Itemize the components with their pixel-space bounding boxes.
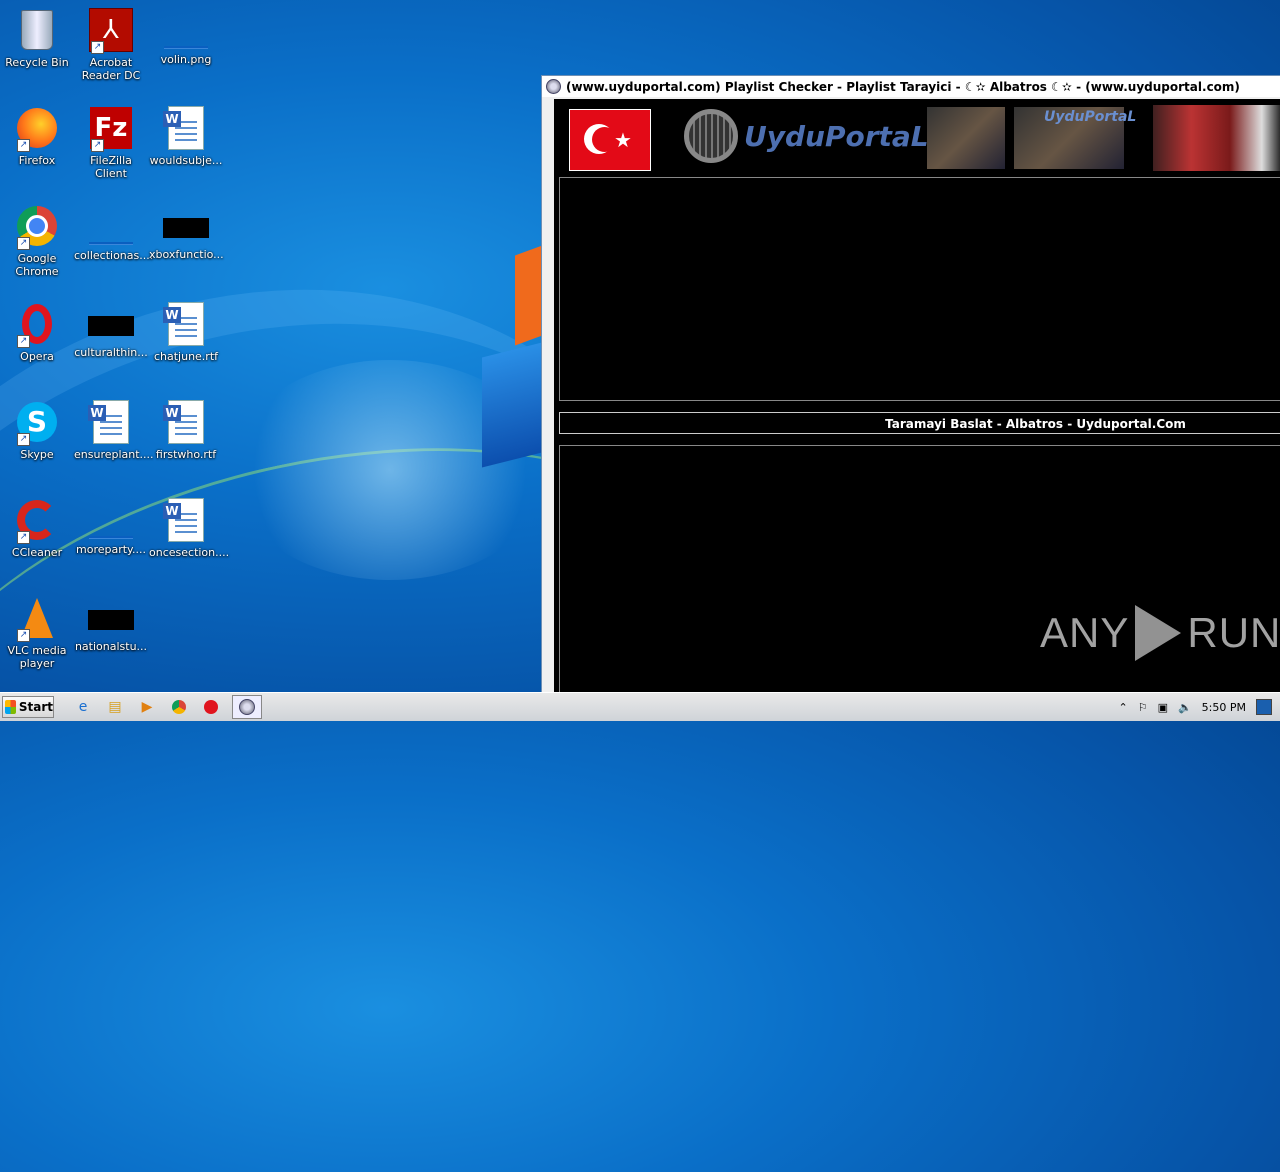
playlist-input-pane[interactable]	[559, 177, 1280, 401]
chrome-icon: ↗	[15, 204, 59, 250]
desktop-icon-culturalthin[interactable]: culturalthin...	[74, 302, 148, 359]
icon-label: FileZilla Client	[90, 154, 132, 180]
window-content: ★ UyduPortaL UyduPortaL Taramayi Baslat …	[554, 99, 1280, 693]
desktop-icon-collectionas[interactable]: collectionas....	[74, 204, 154, 262]
header-banner: ★ UyduPortaL UyduPortaL	[554, 99, 1280, 177]
desktop-icon-firefox[interactable]: ↗ Firefox	[0, 106, 74, 167]
icon-label: chatjune.rtf	[153, 350, 219, 363]
network-icon[interactable]: ▣	[1158, 701, 1168, 714]
file-thumbnail-icon	[89, 536, 133, 539]
acrobat-icon: ⅄ ↗	[89, 8, 133, 54]
tray-expand-icon[interactable]: ⌃	[1118, 701, 1127, 714]
file-thumbnail-icon	[163, 218, 209, 238]
ccleaner-icon: ↗	[15, 498, 59, 544]
vlc-cone-icon: ↗	[15, 596, 59, 642]
file-thumbnail-icon	[89, 242, 133, 245]
playlist-checker-taskbar-icon[interactable]	[232, 695, 262, 719]
media-player-taskbar-icon[interactable]: ▶	[136, 696, 158, 718]
file-thumbnail-icon	[88, 610, 134, 630]
desktop-icon-skype[interactable]: S ↗ Skype	[0, 400, 74, 461]
icon-label: Firefox	[18, 154, 56, 167]
icon-label: Recycle Bin	[5, 56, 69, 69]
anyrun-watermark: ANY RUN	[1040, 605, 1280, 661]
desktop-icon-recycle-bin[interactable]: Recycle Bin	[0, 8, 74, 69]
window-titlebar[interactable]: (www.uyduportal.com) Playlist Checker - …	[542, 76, 1280, 97]
wallpaper-logo-blue	[482, 342, 542, 468]
desktop-icon-ccleaner[interactable]: ↗ CCleaner	[0, 498, 74, 559]
playlist-checker-window: (www.uyduportal.com) Playlist Checker - …	[541, 75, 1280, 694]
icon-label: collectionas....	[74, 249, 154, 262]
firefox-icon: ↗	[15, 106, 59, 152]
desktop-icon-vlc[interactable]: ↗ VLC media player	[0, 596, 74, 670]
icon-label: VLC media player	[7, 644, 67, 670]
icon-label: CCleaner	[11, 546, 63, 559]
word-document-icon: W	[163, 302, 204, 346]
desktop-icon-nationalstu[interactable]: nationalstu...	[74, 596, 148, 653]
icon-label: culturalthin...	[74, 346, 148, 359]
scan-start-button[interactable]: Taramayi Baslat - Albatros - Uyduportal.…	[559, 412, 1280, 434]
action-center-flag-icon[interactable]: ⚐	[1138, 701, 1148, 714]
system-tray: ⌃ ⚐ ▣ 🔈 5:50 PM	[1108, 699, 1280, 715]
word-document-icon: W	[163, 106, 204, 150]
word-document-icon: W	[163, 498, 204, 542]
desktop-icon-opera[interactable]: ↗ Opera	[0, 302, 74, 363]
image-file-icon	[164, 46, 208, 49]
desktop-icon-ensureplant[interactable]: W ensureplant....	[74, 400, 154, 461]
start-label: Start	[18, 700, 53, 714]
desktop-icon-chatjune[interactable]: W chatjune.rtf	[149, 302, 223, 363]
banner-image-uyduportal: UyduPortaL	[1014, 107, 1136, 169]
word-document-icon: W	[163, 400, 204, 444]
desktop-icon-volin[interactable]: volin.png	[149, 8, 223, 66]
show-desktop-icon[interactable]	[1256, 699, 1272, 715]
opera-taskbar-icon[interactable]	[200, 696, 222, 718]
start-button[interactable]: Start	[2, 696, 54, 718]
desktop-icon-filezilla[interactable]: Fz ↗ FileZilla Client	[74, 106, 148, 180]
clock[interactable]: 5:50 PM	[1202, 701, 1246, 714]
desktop-icon-wouldsubje[interactable]: W wouldsubje...	[149, 106, 223, 167]
icon-label: volin.png	[160, 53, 212, 66]
watermark-right: RUN	[1187, 609, 1280, 656]
icon-label: oncesection....	[149, 546, 230, 559]
recycle-bin-icon	[15, 8, 59, 52]
icon-label: Google Chrome	[15, 252, 59, 278]
icon-label: nationalstu...	[74, 640, 148, 653]
icon-label: Acrobat Reader DC	[81, 56, 141, 82]
taskbar: Start e ▤ ▶ ⌃ ⚐ ▣ 🔈 5:50 PM	[0, 692, 1280, 721]
icon-label: moreparty....	[76, 543, 146, 556]
desktop-icon-moreparty[interactable]: moreparty....	[74, 498, 148, 556]
watermark-left: ANY	[1040, 609, 1130, 656]
icon-label: Skype	[20, 448, 54, 461]
banner-image-football	[1153, 105, 1280, 171]
desktop-icon-firstwho[interactable]: W firstwho.rtf	[149, 400, 223, 461]
file-thumbnail-icon	[88, 316, 134, 336]
chrome-taskbar-icon[interactable]	[168, 696, 190, 718]
uyduportal-logo: UyduPortaL	[684, 109, 929, 163]
ie-taskbar-icon[interactable]: e	[72, 696, 94, 718]
play-triangle-icon	[1135, 605, 1182, 661]
icon-label: wouldsubje...	[149, 154, 223, 167]
desktop-icon-xboxfunctio[interactable]: xboxfunctio...	[149, 204, 224, 261]
desktop-icon-oncesection[interactable]: W oncesection....	[149, 498, 230, 559]
windows-logo-icon	[5, 700, 16, 714]
turkish-flag-icon: ★	[569, 109, 651, 171]
explorer-taskbar-icon[interactable]: ▤	[104, 696, 126, 718]
window-title: (www.uyduportal.com) Playlist Checker - …	[566, 79, 1240, 94]
icon-label: ensureplant....	[74, 448, 154, 461]
globe-logo-icon	[684, 109, 738, 163]
logo-text: UyduPortaL	[744, 119, 929, 153]
skype-icon: S ↗	[15, 400, 59, 446]
icon-label: Opera	[20, 350, 54, 363]
icon-label: firstwho.rtf	[155, 448, 217, 461]
banner-image-channels	[927, 107, 1005, 169]
desktop-icon-chrome[interactable]: ↗ Google Chrome	[0, 204, 74, 278]
desktop-icon-acrobat[interactable]: ⅄ ↗ Acrobat Reader DC	[74, 8, 148, 82]
globe-icon	[546, 79, 561, 94]
small-logo-text: UyduPortaL	[1044, 109, 1137, 125]
filezilla-icon: Fz ↗	[89, 106, 133, 152]
icon-label: xboxfunctio...	[149, 248, 224, 261]
word-document-icon: W	[88, 400, 129, 444]
opera-icon: ↗	[15, 302, 59, 348]
volume-icon[interactable]: 🔈	[1178, 701, 1192, 714]
